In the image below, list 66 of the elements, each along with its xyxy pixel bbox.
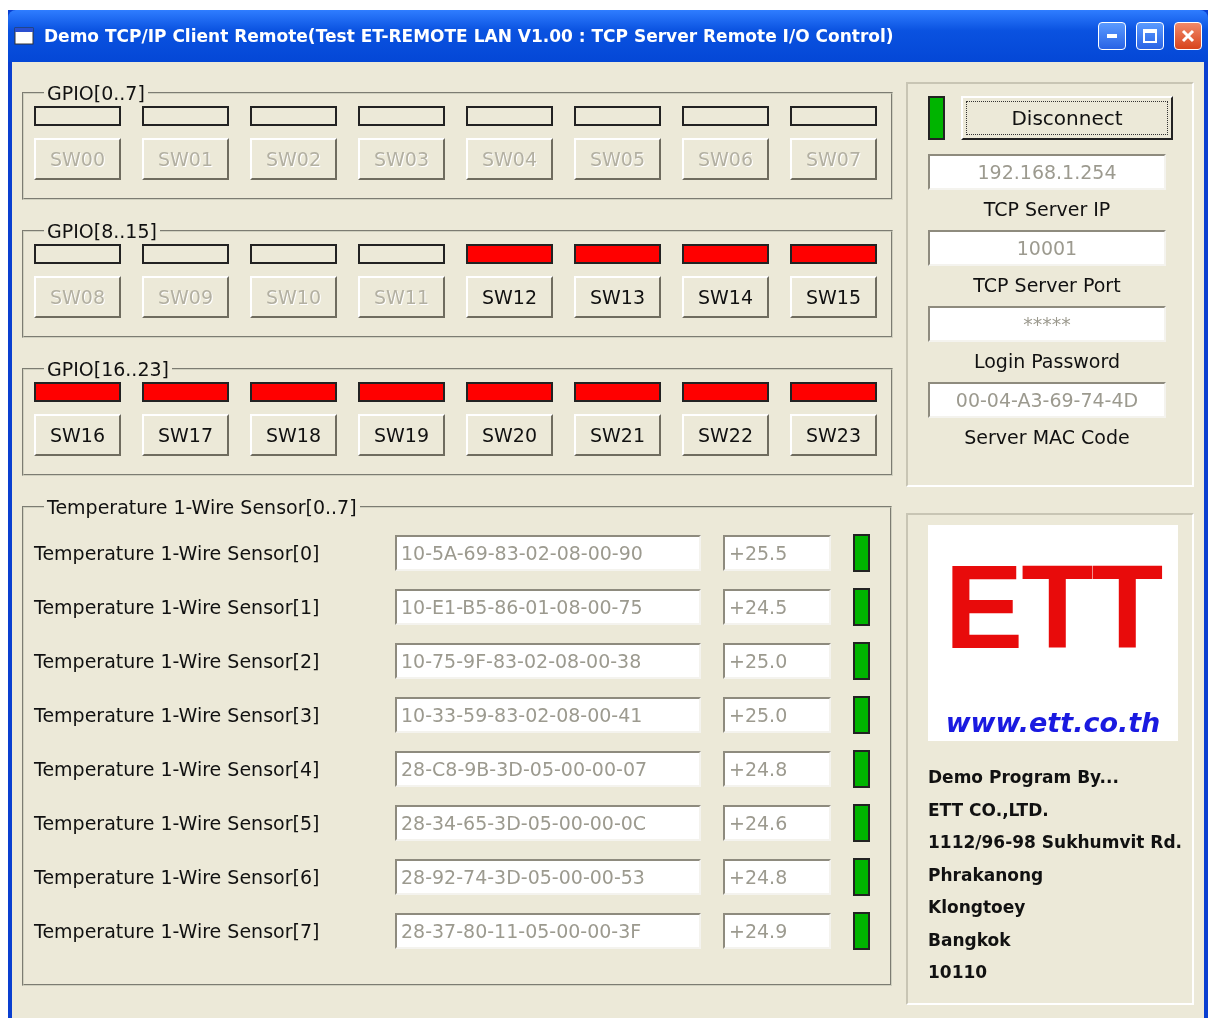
minimize-icon	[1107, 34, 1117, 38]
info-text: Klongtoey	[928, 896, 1027, 919]
input-field[interactable]: 10001	[928, 230, 1166, 266]
switch-button[interactable]: SW22	[682, 414, 769, 456]
sensor-id-field[interactable]: 10-33-59-83-02-08-00-41	[395, 697, 701, 733]
switch-button[interactable]: SW16	[34, 414, 121, 456]
group-title: Temperature 1-Wire Sensor[0..7]	[46, 496, 358, 518]
switch-button[interactable]: SW17	[142, 414, 229, 456]
sensor-id-field[interactable]: 28-34-65-3D-05-00-00-0C	[395, 805, 701, 841]
input-field[interactable]: *****	[928, 306, 1166, 342]
temperature-field[interactable]: +24.8	[723, 859, 831, 895]
sensor-id-field[interactable]: 28-92-74-3D-05-00-00-53	[395, 859, 701, 895]
switch-button[interactable]: SW18	[250, 414, 337, 456]
switch-button[interactable]: SW19	[358, 414, 445, 456]
temperature-field[interactable]: +24.6	[723, 805, 831, 841]
info-text: Bangkok	[928, 928, 1012, 952]
switch-button[interactable]: SW12	[466, 276, 553, 318]
info-text: 10110	[928, 961, 989, 984]
close-icon	[1181, 29, 1195, 43]
website-text: www.ett.co.th	[945, 706, 1161, 740]
temperature-field[interactable]: +25.5	[723, 535, 831, 571]
group-title: GPIO[16..23]	[46, 358, 170, 380]
field-label: TCP Server Port	[973, 274, 1121, 296]
sensor-label: Temperature 1-Wire Sensor[7]	[34, 920, 321, 942]
sensor-label: Temperature 1-Wire Sensor[2]	[34, 650, 321, 672]
temperature-field[interactable]: +24.8	[723, 751, 831, 787]
sensor-id-field[interactable]: 10-E1-B5-86-01-08-00-75	[395, 589, 701, 625]
maximize-button[interactable]	[1136, 22, 1164, 50]
window-icon	[14, 27, 34, 45]
switch-button[interactable]: SW13	[574, 276, 661, 318]
input-field[interactable]: 00-04-A3-69-74-4D	[928, 382, 1166, 418]
switch-button[interactable]: SW21	[574, 414, 661, 456]
group-title: GPIO[0..7]	[46, 82, 146, 104]
minimize-button[interactable]	[1098, 22, 1126, 50]
info-text: 1112/96-98 Sukhumvit Rd.	[928, 831, 1184, 854]
switch-button[interactable]: SW15	[790, 276, 877, 318]
window-title: Demo TCP/IP Client Remote(Test ET-REMOTE LAN V1.00 : TCP Server Remote I/O Control)	[44, 26, 895, 46]
sensor-id-field[interactable]: 10-5A-69-83-02-08-00-90	[395, 535, 701, 571]
close-button[interactable]	[1174, 22, 1202, 50]
sensor-label: Temperature 1-Wire Sensor[6]	[34, 866, 321, 888]
field-label: TCP Server IP	[983, 198, 1111, 220]
temperature-field[interactable]: +25.0	[723, 643, 831, 679]
sensor-id-field[interactable]: 10-75-9F-83-02-08-00-38	[395, 643, 701, 679]
switch-button[interactable]: SW23	[790, 414, 877, 456]
maximize-icon	[1143, 29, 1157, 43]
sensor-label: Temperature 1-Wire Sensor[1]	[34, 596, 321, 618]
temperature-field[interactable]: +24.9	[723, 913, 831, 949]
info-text: Phrakanong	[928, 863, 1045, 887]
sensor-label: Temperature 1-Wire Sensor[0]	[34, 542, 321, 564]
logo-text: ETT	[944, 540, 1162, 675]
sensor-id-field[interactable]: 28-C8-9B-3D-05-00-00-07	[395, 751, 701, 787]
disconnect-button[interactable]: Disconnect	[961, 96, 1173, 140]
info-text: Demo Program By...	[928, 766, 1120, 789]
sensor-label: Temperature 1-Wire Sensor[5]	[34, 812, 321, 834]
temperature-field[interactable]: +25.0	[723, 697, 831, 733]
sensor-id-field[interactable]: 28-37-80-11-05-00-00-3F	[395, 913, 701, 949]
sensor-label: Temperature 1-Wire Sensor[4]	[34, 758, 321, 780]
group-title: GPIO[8..15]	[46, 220, 158, 242]
temperature-field[interactable]: +24.5	[723, 589, 831, 625]
switch-button[interactable]: SW20	[466, 414, 553, 456]
info-text: ETT CO.,LTD.	[928, 798, 1050, 822]
field-label: Login Password	[973, 350, 1120, 372]
sensor-label: Temperature 1-Wire Sensor[3]	[34, 704, 321, 726]
switch-button[interactable]: SW14	[682, 276, 769, 318]
field-label: Server MAC Code	[964, 426, 1130, 448]
input-field[interactable]: 192.168.1.254	[928, 154, 1166, 190]
